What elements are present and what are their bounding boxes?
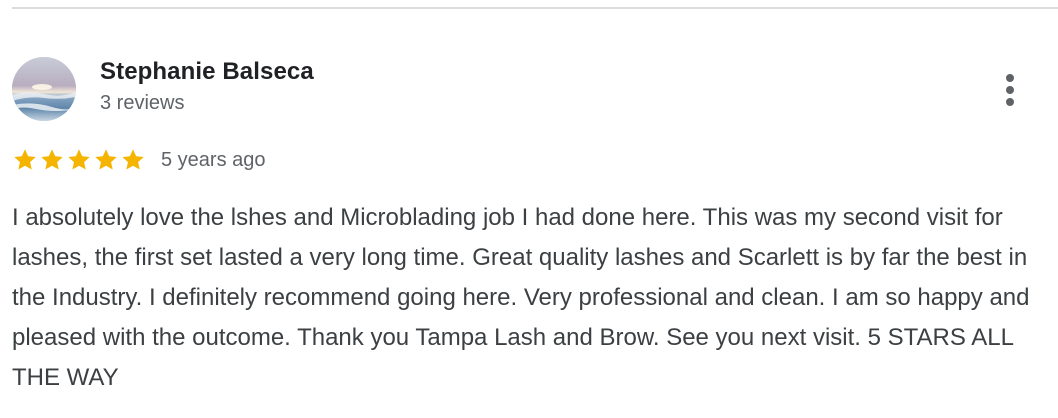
more-options-button[interactable]	[990, 66, 1030, 114]
star-rating	[12, 147, 146, 173]
more-vertical-icon-dot-top	[1006, 74, 1014, 82]
review-body-text: I absolutely love the lshes and Microbla…	[12, 204, 1030, 391]
star-icon	[95, 149, 117, 170]
star-icon	[122, 149, 144, 170]
review-timestamp: 5 years ago	[161, 148, 266, 171]
star-icon	[14, 149, 36, 170]
reviewer-avatar[interactable]	[12, 57, 76, 121]
avatar-photo-image	[12, 57, 76, 121]
top-divider	[12, 7, 1058, 9]
more-vertical-icon-dot-bottom	[1006, 98, 1014, 106]
rating-row: 5 years ago	[12, 145, 266, 175]
star-icon	[68, 149, 90, 170]
more-vertical-icon-dot-middle	[1006, 86, 1014, 94]
reviewer-name[interactable]: Stephanie Balseca	[100, 58, 314, 86]
star-icon	[41, 149, 63, 170]
reviewer-review-count: 3 reviews	[100, 92, 185, 114]
